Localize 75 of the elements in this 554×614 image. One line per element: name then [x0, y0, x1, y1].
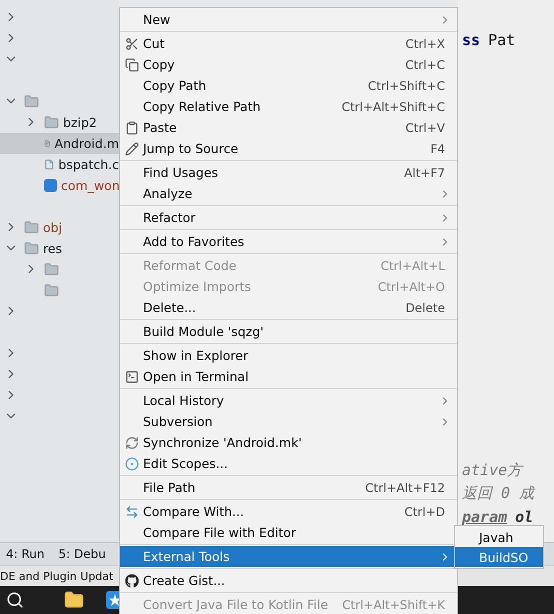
- tree-item-label: bzip2: [63, 115, 97, 130]
- tree-item-label: obj: [43, 220, 62, 235]
- code-comment: ative方: [462, 461, 522, 480]
- tree-item-label: Android.m: [54, 136, 119, 151]
- menu-item[interactable]: Find Usages Alt+F7: [120, 162, 457, 183]
- shortcut-text: Ctrl+Alt+Shift+C: [342, 100, 445, 114]
- code-text: ol: [515, 508, 534, 526]
- menu-item[interactable]: Compare With... Ctrl+D: [120, 501, 457, 522]
- shortcut-text: Delete: [406, 300, 445, 314]
- terminal-icon: [125, 370, 139, 384]
- scissors-icon: [125, 36, 139, 50]
- menu-item[interactable]: Copy Path Ctrl+Shift+C: [120, 75, 457, 96]
- code-keyword: ss: [462, 30, 480, 48]
- folder-icon: [44, 262, 59, 277]
- shortcut-text: Alt+F7: [404, 166, 445, 180]
- folder-icon: [44, 115, 59, 130]
- shortcut-text: Ctrl+Alt+O: [378, 280, 445, 294]
- tree-row[interactable]: bspatch.c: [0, 154, 119, 175]
- tree-row[interactable]: Android.m: [0, 133, 119, 154]
- menu-item[interactable]: BuildSO: [455, 547, 543, 567]
- shortcut-text: Ctrl+V: [405, 120, 445, 134]
- doc-tag: param: [462, 508, 508, 526]
- menu-item[interactable]: New: [120, 9, 457, 30]
- folder-icon: [24, 241, 39, 256]
- target-icon: [125, 456, 139, 470]
- shortcut-text: Ctrl+Alt+Shift+K: [342, 598, 445, 612]
- menu-item[interactable]: External Tools: [120, 546, 457, 567]
- menu-item[interactable]: Jump to Source F4: [120, 138, 457, 159]
- tree-row[interactable]: com_won: [0, 175, 119, 196]
- copy-icon: [125, 58, 139, 72]
- menu-item[interactable]: File Path Ctrl+Alt+F12: [120, 477, 457, 498]
- menu-item[interactable]: Javah: [455, 527, 543, 547]
- shortcut-text: Ctrl+Alt+L: [380, 258, 445, 272]
- menu-item[interactable]: Open in Terminal: [120, 366, 457, 387]
- shortcut-text: Ctrl+C: [405, 58, 445, 72]
- menu-item[interactable]: Copy Relative Path Ctrl+Alt+Shift+C: [120, 96, 457, 117]
- menu-item[interactable]: Local History: [120, 390, 457, 411]
- arrows-icon: [125, 504, 139, 518]
- menu-item[interactable]: Build Module 'sqzg': [120, 321, 457, 342]
- code-comment: 返回 0 成: [462, 484, 534, 503]
- folder-icon: [24, 94, 39, 109]
- status-text: DE and Plugin Updat: [0, 570, 114, 582]
- search-icon[interactable]: [6, 591, 24, 609]
- menu-item[interactable]: Analyze: [120, 183, 457, 204]
- github-icon: [125, 574, 139, 588]
- menu-item[interactable]: Compare File with Editor: [120, 522, 457, 543]
- menu-item[interactable]: Create Gist...: [120, 570, 457, 591]
- tree-item-label: res: [43, 241, 62, 256]
- tool-window-button[interactable]: 4: Run: [6, 547, 45, 561]
- shortcut-text: Ctrl+X: [405, 36, 445, 50]
- shortcut-text: Ctrl+Shift+C: [368, 78, 445, 92]
- menu-item[interactable]: Edit Scopes...: [120, 453, 457, 474]
- sync-icon: [125, 436, 139, 450]
- tree-item-label: bspatch.c: [58, 157, 119, 172]
- tool-window-button[interactable]: 5: Debu: [58, 547, 106, 561]
- pencil-icon: [125, 142, 139, 156]
- menu-item[interactable]: Refactor: [120, 207, 457, 228]
- code-text: Pat: [488, 30, 516, 48]
- menu-item[interactable]: Add to Favorites: [120, 231, 457, 252]
- menu-item[interactable]: Copy Ctrl+C: [120, 54, 457, 75]
- menu-item[interactable]: Cut Ctrl+X: [120, 33, 457, 54]
- clipboard-icon: [125, 120, 139, 134]
- menu-item[interactable]: Show in Explorer: [120, 345, 457, 366]
- menu-item[interactable]: Synchronize 'Android.mk': [120, 432, 457, 453]
- menu-item[interactable]: Subversion: [120, 411, 457, 432]
- shortcut-text: Ctrl+D: [404, 504, 445, 518]
- file-icon: [44, 157, 54, 172]
- folder-icon: [24, 220, 39, 235]
- shortcut-text: Ctrl+Alt+F12: [365, 480, 445, 494]
- folder-icon[interactable]: [64, 590, 84, 610]
- shortcut-text: F4: [430, 142, 445, 156]
- tree-item-label: com_won: [61, 178, 119, 193]
- folder-icon: [44, 283, 59, 298]
- menu-item[interactable]: Delete... Delete: [120, 297, 457, 318]
- menu-item[interactable]: Paste Ctrl+V: [120, 117, 457, 138]
